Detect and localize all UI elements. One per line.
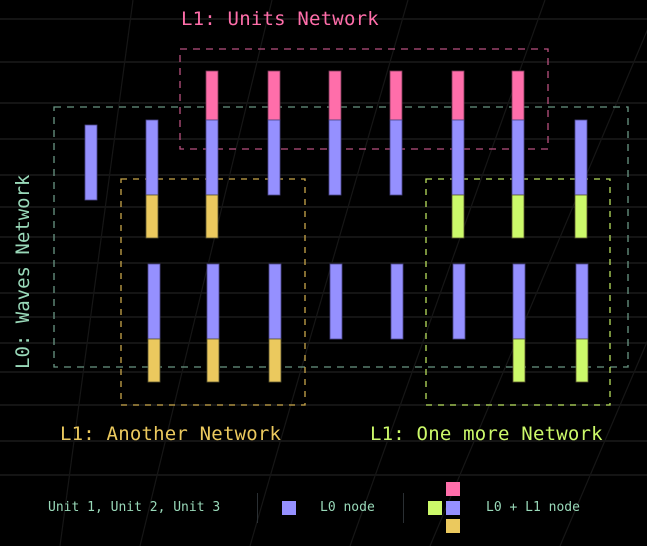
node-segment-l0 [575,263,589,340]
node-segment-another [205,194,219,239]
diagram-canvas [53,48,629,406]
node-segment-one-more [575,338,589,383]
one-more-network-label: L1: One more Network [370,423,603,445]
units-network-box [179,48,549,150]
node-segment-one-more [512,338,526,383]
node-segment-l0 [329,263,343,340]
node-segment-l0 [511,119,525,196]
node-segment-units [205,70,219,121]
node-bottom-7 [512,263,526,383]
node-segment-l0 [451,119,465,196]
node-segment-l0 [268,263,282,340]
legend-divider [257,493,258,523]
legend-l0-node-label: L0 node [320,500,375,515]
node-bottom-2 [206,263,220,383]
node-segment-l0 [512,263,526,340]
network-diagram: L1: Units Network L0: Waves Network L1: … [0,0,647,546]
node-bottom-3 [268,263,282,383]
node-segment-units [389,70,403,121]
node-top-1 [84,124,98,201]
node-segment-one-more [451,194,465,239]
node-segment-l0 [205,119,219,196]
node-segment-l0 [267,119,281,196]
node-segment-one-more [511,194,525,239]
node-bottom-5 [390,263,404,340]
another-network-label: L1: Another Network [60,423,282,445]
node-segment-l0 [389,119,403,196]
node-top-7 [451,70,465,239]
node-segment-units [267,70,281,121]
node-segment-units [328,70,342,121]
node-bottom-1 [147,263,161,383]
node-segment-l0 [452,263,466,340]
legend-pink-swatch [446,482,460,496]
node-bottom-4 [329,263,343,340]
node-top-5 [328,70,342,196]
node-bottom-6 [452,263,466,340]
legend-l0-node-swatch [282,501,296,515]
node-segment-units [511,70,525,121]
node-segment-l0 [206,263,220,340]
node-segment-l0 [328,119,342,196]
node-segment-another [147,338,161,383]
legend-units-label: Unit 1, Unit 2, Unit 3 [48,500,221,515]
node-segment-another [268,338,282,383]
node-top-8 [511,70,525,239]
node-top-3 [205,70,219,239]
legend-yellow-swatch [446,519,460,533]
legend-divider [403,493,404,523]
node-bottom-8 [575,263,589,383]
node-top-2 [145,119,159,239]
node-segment-one-more [574,194,588,239]
node-segment-l0 [84,124,98,201]
legend-green-swatch [428,501,442,515]
legend-l0-l1-purple-swatch [446,501,460,515]
legend-l0-l1-node-label: L0 + L1 node [486,500,580,515]
waves-network-label: L0: Waves Network [12,174,34,369]
units-network-label: L1: Units Network [181,8,379,30]
node-segment-another [206,338,220,383]
node-segment-l0 [390,263,404,340]
node-segment-l0 [574,119,588,196]
node-top-9 [574,119,588,239]
node-top-4 [267,70,281,196]
node-segment-l0 [145,119,159,196]
node-segment-units [451,70,465,121]
node-top-6 [389,70,403,196]
node-segment-l0 [147,263,161,340]
node-segment-another [145,194,159,239]
